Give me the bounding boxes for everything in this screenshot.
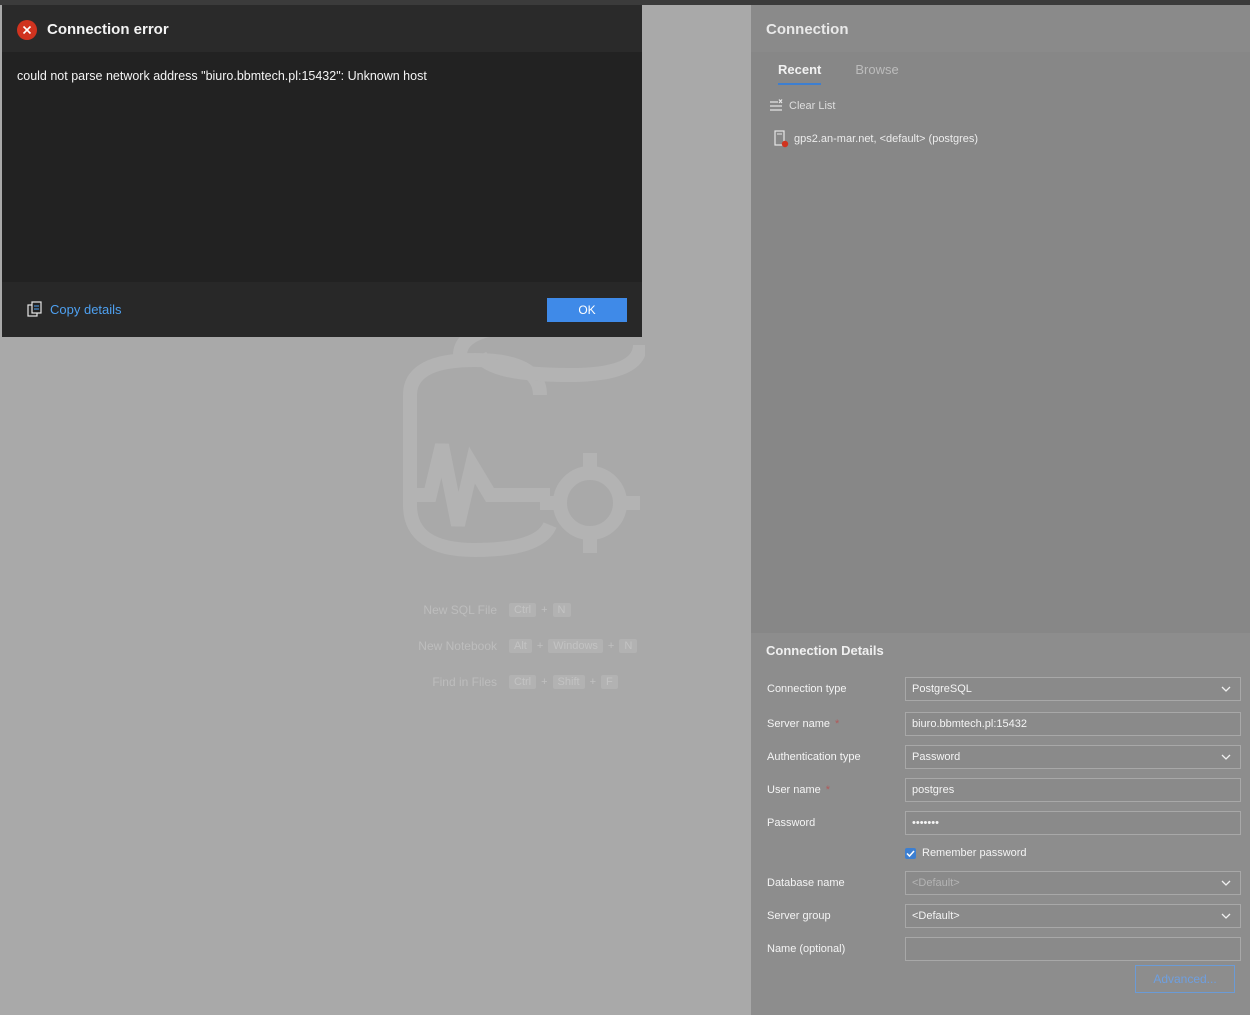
plus-sign: +: [589, 676, 596, 688]
shortcut-key: Ctrl: [509, 603, 537, 617]
connection-type-label: Connection type: [767, 683, 847, 695]
recent-connection-label: gps2.an-mar.net, <default> (postgres): [794, 133, 979, 145]
remember-password-row[interactable]: Remember password: [905, 847, 1027, 859]
plus-sign: +: [541, 676, 548, 688]
recent-connection-item[interactable]: gps2.an-mar.net, <default> (postgres): [773, 130, 978, 148]
tab-browse[interactable]: Browse: [855, 62, 898, 85]
server-name-label-text: Server name: [767, 718, 830, 730]
shortcut-label: Find in Files: [432, 675, 497, 689]
user-name-value: postgres: [912, 784, 955, 796]
connection-tabs: Recent Browse: [778, 62, 933, 85]
authentication-type-select[interactable]: Password: [905, 745, 1241, 769]
tab-recent[interactable]: Recent: [778, 62, 822, 85]
chevron-down-icon: [1221, 686, 1231, 692]
server-error-icon: [774, 130, 789, 148]
remember-password-checkbox[interactable]: [905, 847, 916, 859]
password-label: Password: [767, 817, 816, 829]
chevron-down-icon: [1221, 754, 1231, 760]
clear-list-label: Clear List: [789, 100, 836, 112]
plus-sign: +: [541, 604, 548, 616]
shortcut-label: New SQL File: [423, 603, 497, 617]
server-group-select[interactable]: <Default>: [905, 904, 1241, 928]
shortcut-key: Shift: [552, 675, 585, 689]
plus-sign: +: [536, 640, 544, 652]
user-name-label: User name *: [767, 784, 830, 796]
details-title: Connection Details: [766, 643, 884, 658]
plus-sign: +: [607, 640, 615, 652]
connection-panel: Connection Recent Browse Clear List gps2…: [751, 5, 1250, 1015]
database-name-label: Database name: [767, 877, 845, 889]
panel-title: Connection: [766, 21, 849, 38]
required-mark: *: [834, 718, 840, 730]
dialog-title: Connection error: [47, 21, 169, 38]
shortcut-new-notebook: New Notebook Alt + Windows + N: [380, 628, 710, 664]
server-group-value: <Default>: [912, 910, 960, 922]
authentication-type-value: Password: [912, 751, 961, 763]
shortcut-key: Alt: [509, 639, 532, 653]
server-name-input[interactable]: biuro.bbmtech.pl:15432: [905, 712, 1241, 736]
advanced-button[interactable]: Advanced...: [1135, 965, 1235, 993]
server-name-value: biuro.bbmtech.pl:15432: [912, 718, 1027, 730]
shortcut-key: N: [619, 639, 638, 653]
user-name-label-text: User name: [767, 784, 821, 796]
password-value: •••••••: [912, 817, 939, 829]
user-name-input[interactable]: postgres: [905, 778, 1241, 802]
database-name-value: <Default>: [912, 877, 960, 889]
connection-type-value: PostgreSQL: [912, 683, 972, 695]
error-icon: [17, 20, 37, 40]
ok-button[interactable]: OK: [547, 298, 627, 322]
shortcut-key: Windows: [548, 639, 603, 653]
chevron-down-icon: [1221, 913, 1231, 919]
copy-icon: [27, 301, 42, 317]
connection-details: Connection Details Connection type Postg…: [751, 633, 1250, 1015]
shortcut-new-sql-file: New SQL File Ctrl + N: [380, 592, 710, 628]
connection-type-select[interactable]: PostgreSQL: [905, 677, 1241, 701]
name-optional-label: Name (optional): [767, 943, 846, 955]
error-message: could not parse network address "biuro.b…: [17, 69, 427, 83]
authentication-type-label: Authentication type: [767, 751, 861, 763]
shortcut-key: F: [601, 675, 618, 689]
shortcut-label: New Notebook: [418, 639, 497, 653]
clear-list-button[interactable]: Clear List: [769, 99, 835, 113]
shortcut-key: Ctrl: [509, 675, 537, 689]
copy-details-link[interactable]: Copy details: [27, 301, 122, 318]
chevron-down-icon: [1221, 880, 1231, 886]
remember-password-label: Remember password: [922, 847, 1027, 859]
password-input[interactable]: •••••••: [905, 811, 1241, 835]
server-name-label: Server name *: [767, 718, 839, 730]
required-mark: *: [825, 784, 831, 796]
connection-error-dialog: Connection error could not parse network…: [2, 5, 642, 337]
shortcut-find-in-files: Find in Files Ctrl + Shift + F: [380, 664, 710, 700]
server-group-label: Server group: [767, 910, 831, 922]
shortcut-key: N: [552, 603, 571, 617]
clear-list-icon: [770, 99, 783, 111]
database-name-select[interactable]: <Default>: [905, 871, 1241, 895]
name-optional-input[interactable]: [905, 937, 1241, 961]
welcome-logo: [400, 318, 647, 560]
checkmark-icon: [906, 849, 915, 857]
welcome-shortcuts: New SQL File Ctrl + N New Notebook Alt +…: [380, 592, 710, 700]
copy-details-label: Copy details: [50, 302, 122, 317]
